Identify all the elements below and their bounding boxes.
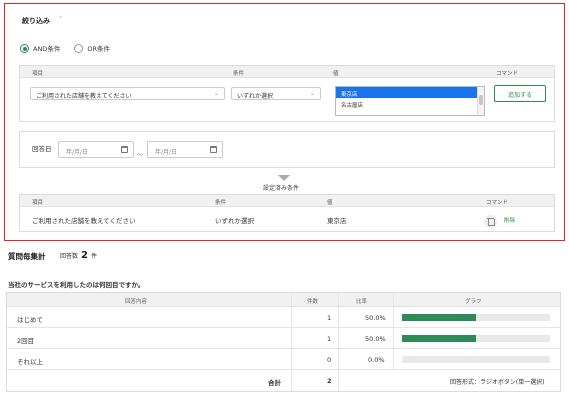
header-command: コマンド	[496, 71, 519, 77]
divider	[291, 328, 292, 348]
header-graph: グラフ	[465, 299, 482, 305]
row-condition: いずれか選択	[215, 217, 254, 225]
results-footer: 合計 2 回答形式：ラジオボタン(単一選択)	[7, 370, 560, 391]
set-conditions-table: 項目 条件 値 コマンド ご利用された店舗を教えてください いずれか選択 東京店…	[19, 194, 555, 232]
filter-toggle[interactable]: 絞り込み ＾	[22, 16, 64, 26]
calendar-icon[interactable]	[121, 146, 128, 153]
header-condition: 条件	[233, 71, 245, 77]
row-count: 1	[327, 314, 332, 322]
header-value: 値	[327, 200, 333, 206]
row-ratio: 50.0%	[365, 335, 386, 343]
set-conditions-title: 設定済み条件	[263, 185, 300, 192]
row-count: 1	[327, 335, 332, 343]
condition-editor-header: 項目 条件 値 コマンド	[20, 66, 554, 78]
date-label: 回答日	[32, 145, 52, 153]
result-bar	[402, 314, 550, 321]
divider	[393, 293, 394, 306]
answer-count: 回答数 2 件	[60, 250, 97, 261]
results-header: 回答内容 件数 比率 グラフ	[7, 293, 560, 307]
chevron-down-icon: ⌄	[309, 90, 315, 97]
delete-link[interactable]: 削除	[504, 216, 515, 224]
value-option-tokyo[interactable]: 東京店	[336, 87, 477, 98]
divider	[338, 328, 339, 348]
value-option-nagoya[interactable]: 名古屋店	[336, 98, 484, 109]
row-count: 0	[327, 356, 332, 364]
result-bar-fill	[402, 314, 476, 321]
question-text: 当社のサービスを利用したのは何回目ですか。	[8, 281, 145, 289]
and-radio-dot[interactable]	[20, 43, 29, 53]
divider	[291, 307, 292, 327]
row-value: 東京店	[327, 217, 347, 225]
table-row: ご利用された店舗を教えてください いずれか選択 東京店 削除	[20, 207, 554, 231]
calendar-icon[interactable]	[210, 146, 217, 153]
and-radio-label: AND条件	[33, 45, 61, 53]
results-table: 回答内容 件数 比率 グラフ はじめて 1 50.0% 2回目 1 50.0% …	[6, 292, 561, 392]
table-row: 2回目 1 50.0%	[7, 328, 560, 349]
triangle-down-icon	[278, 175, 290, 181]
date-to-placeholder: 年/月/日	[155, 149, 178, 156]
row-content: 2回目	[17, 337, 35, 345]
table-row: はじめて 1 50.0%	[7, 307, 560, 328]
row-ratio: 50.0%	[365, 314, 386, 322]
chevron-up-icon[interactable]: ＾	[57, 17, 64, 25]
row-content: それ以上	[17, 358, 43, 366]
divider	[291, 349, 292, 369]
header-command: コマンド	[486, 200, 509, 206]
header-condition: 条件	[215, 200, 227, 206]
header-count: 件数	[307, 299, 319, 305]
result-bar	[402, 356, 550, 363]
date-from-placeholder: 年/月/日	[66, 149, 89, 156]
chevron-down-icon: ⌄	[213, 90, 219, 97]
date-separator: ～	[137, 152, 144, 159]
filter-title: 絞り込み	[22, 17, 50, 25]
condition-select[interactable]: いずれか選択 ⌄	[231, 87, 321, 100]
divider	[338, 349, 339, 369]
table-row: それ以上 0 0.0%	[7, 349, 560, 370]
date-to-input[interactable]: 年/月/日	[147, 141, 223, 158]
divider	[291, 370, 292, 391]
listbox-scrollbar[interactable]	[477, 87, 484, 115]
row-item: ご利用された店舗を教えてください	[32, 217, 136, 225]
filter-panel: 絞り込み ＾ AND条件 OR条件 項目 条件 値 コマンド ご利用された店舗を教…	[4, 3, 565, 241]
or-radio[interactable]: OR条件	[74, 43, 110, 53]
trash-icon[interactable]	[484, 215, 497, 228]
condition-editor: 項目 条件 値 コマンド ご利用された店舗を教えてください ⌄ いずれか選択 ⌄…	[19, 65, 555, 122]
set-conditions-header: 項目 条件 値 コマンド	[20, 195, 554, 207]
header-ratio: 比率	[356, 299, 368, 305]
header-value: 値	[333, 71, 339, 77]
item-select-value: ご利用された店舗を教えてください	[36, 93, 132, 100]
divider	[393, 349, 394, 369]
header-content: 回答内容	[125, 299, 148, 305]
divider	[393, 307, 394, 327]
row-ratio: 0.0%	[368, 356, 385, 364]
answer-count-unit: 件	[90, 253, 97, 260]
answer-type: 回答形式：ラジオボタン(単一選択)	[450, 379, 545, 386]
add-condition-button[interactable]: 追加する	[494, 85, 546, 102]
header-item: 項目	[32, 200, 44, 206]
or-radio-dot[interactable]	[74, 43, 84, 53]
or-radio-label: OR条件	[87, 45, 110, 53]
result-bar-fill	[402, 335, 476, 342]
summary-title: 質問毎集計	[8, 252, 46, 261]
answer-count-value: 2	[81, 250, 88, 261]
divider	[338, 293, 339, 306]
logic-radio-group: AND条件 OR条件	[20, 43, 124, 53]
total-label: 合計	[268, 379, 281, 387]
answer-count-label: 回答数	[60, 253, 79, 260]
item-select[interactable]: ご利用された店舗を教えてください ⌄	[30, 87, 225, 100]
divider	[338, 307, 339, 327]
divider	[393, 328, 394, 348]
divider	[338, 370, 339, 391]
result-bar	[402, 335, 550, 342]
answer-date-filter: 回答日 年/月/日 ～ 年/月/日	[19, 131, 555, 168]
condition-select-value: いずれか選択	[237, 93, 274, 100]
header-item: 項目	[32, 71, 44, 77]
date-from-input[interactable]: 年/月/日	[58, 141, 134, 158]
value-listbox[interactable]: 東京店 名古屋店	[335, 86, 485, 116]
and-radio[interactable]: AND条件	[20, 43, 60, 53]
divider	[291, 293, 292, 306]
row-content: はじめて	[17, 316, 43, 324]
total-count: 2	[327, 377, 332, 385]
